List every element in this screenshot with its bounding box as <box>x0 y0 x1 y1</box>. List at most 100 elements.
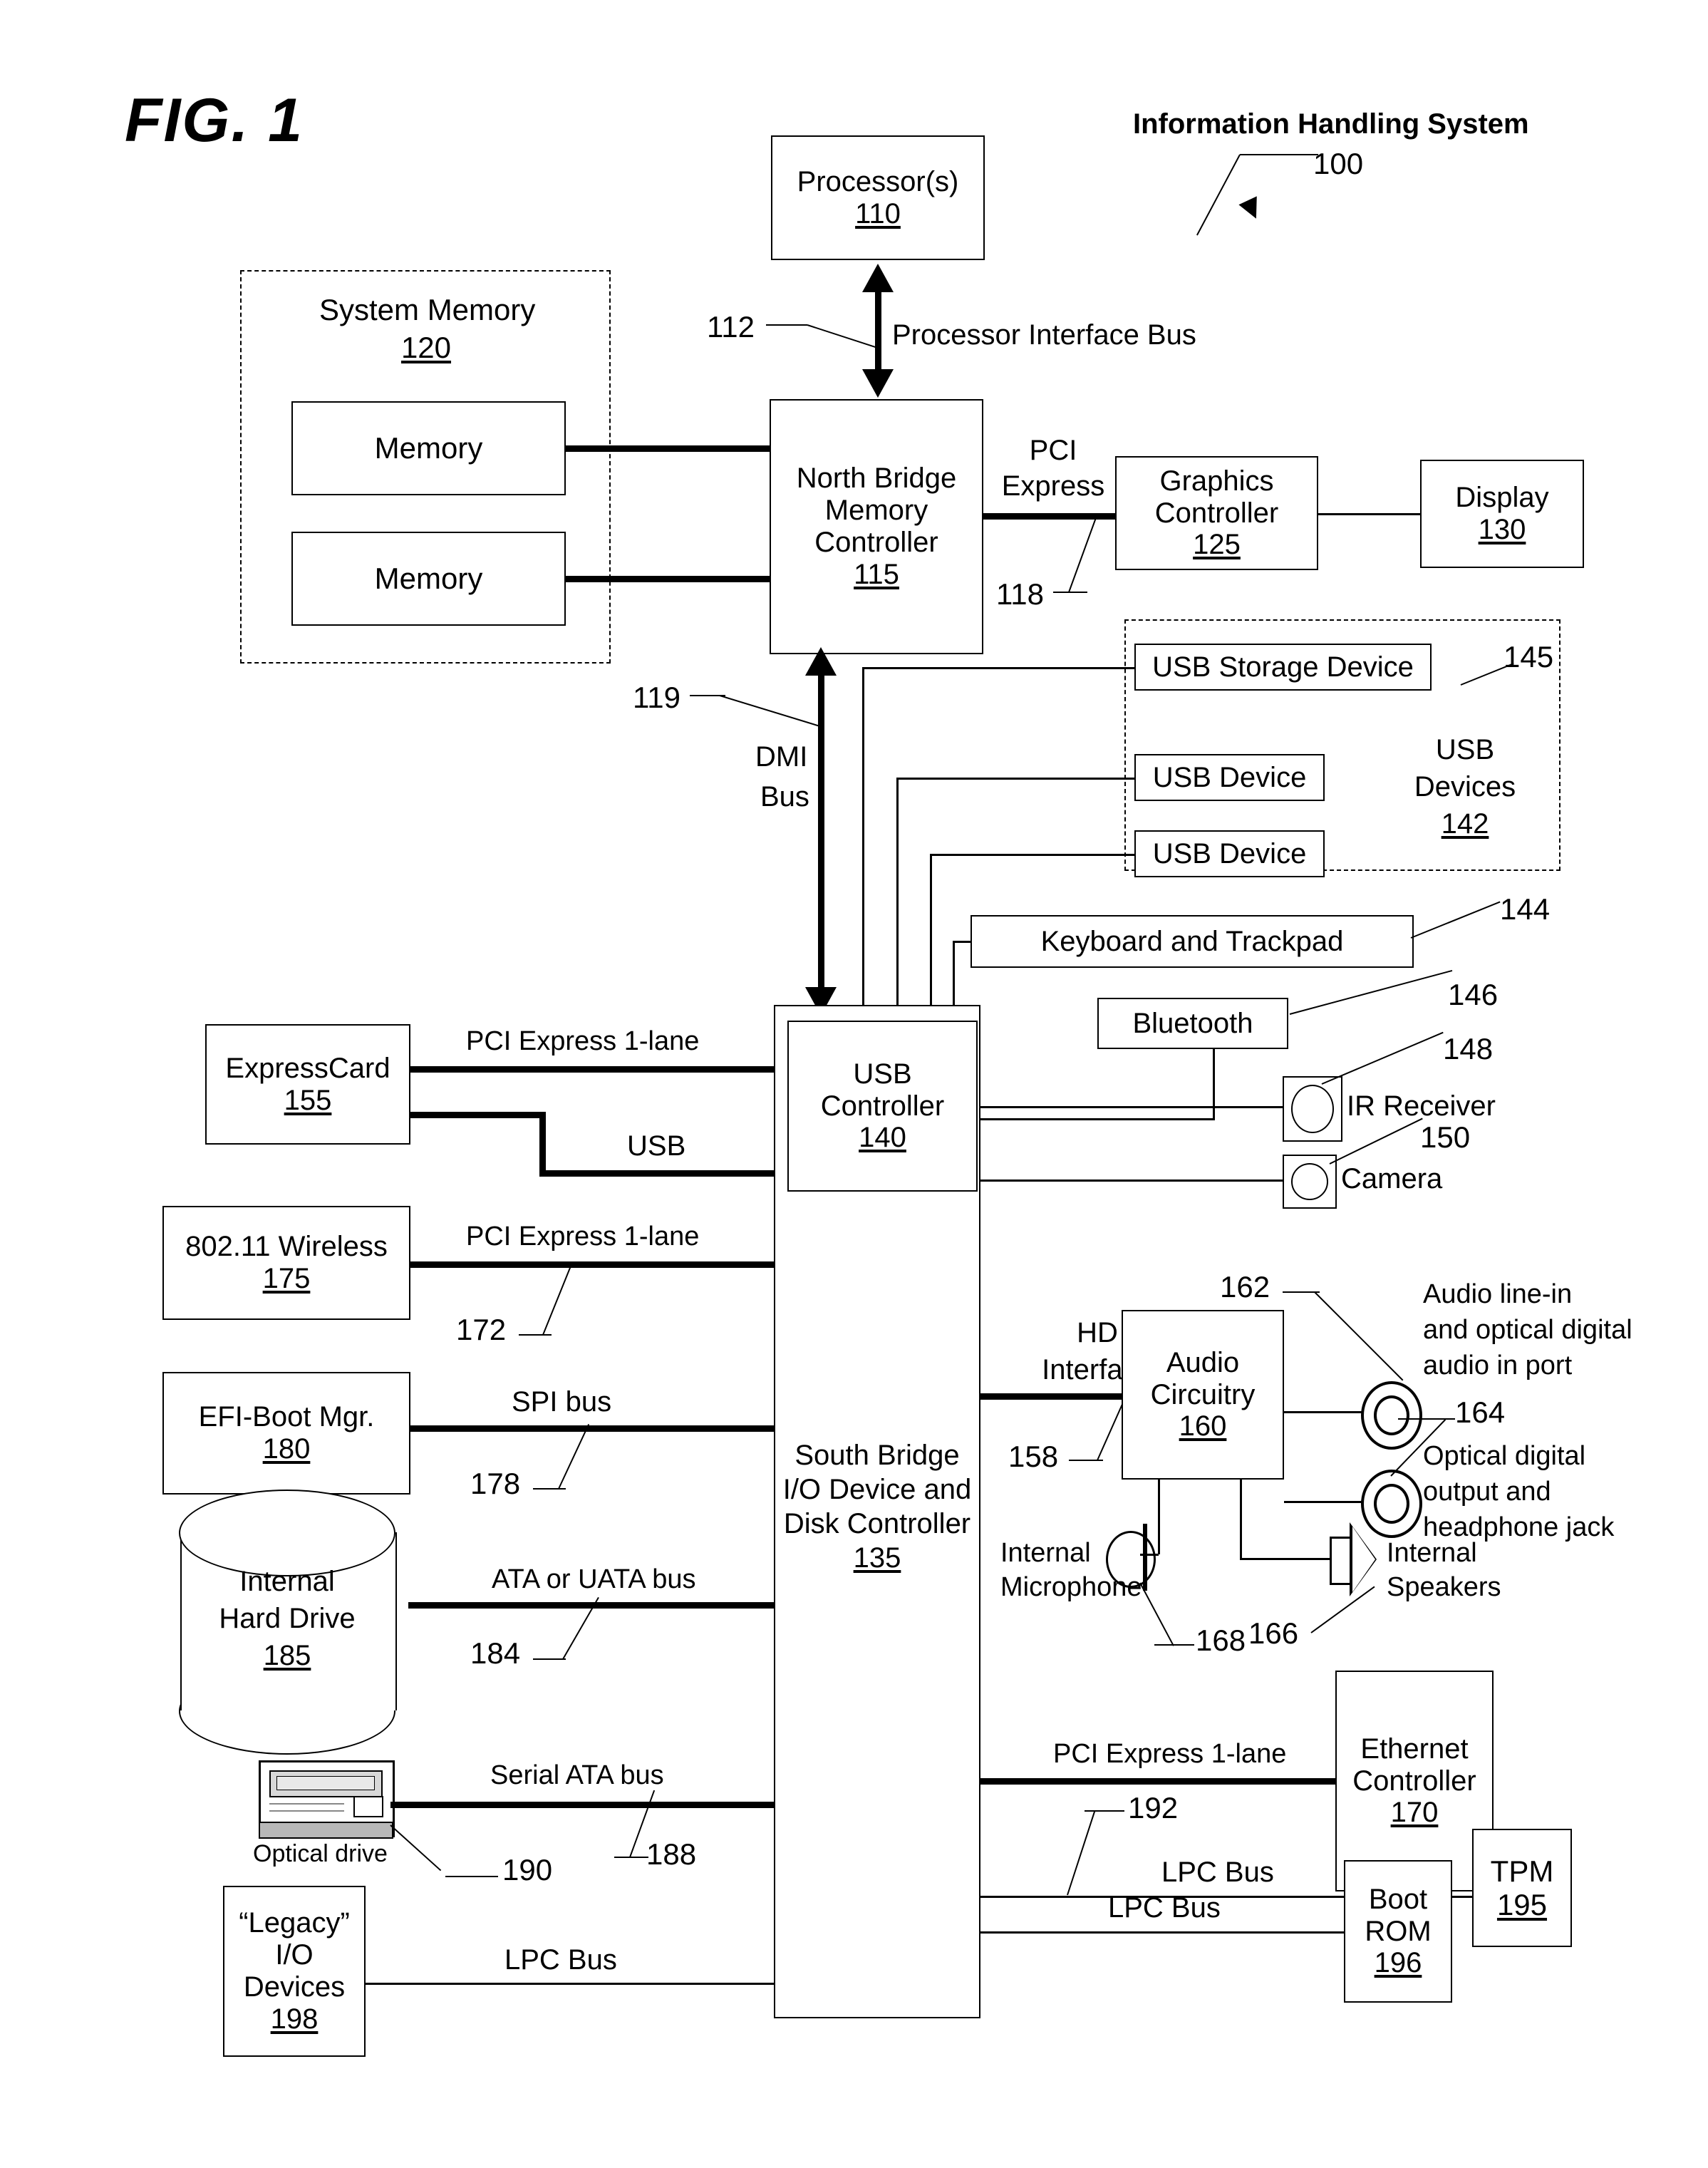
audio-circuitry-line-2: Circuitry <box>1150 1378 1256 1410</box>
leader-112-d <box>807 324 881 350</box>
ref-168: 168 <box>1196 1624 1246 1657</box>
internal-speakers-line-1: Internal <box>1387 1538 1477 1568</box>
lpc-tpm-label: LPC Bus <box>1161 1857 1274 1888</box>
pci-express-label-line2: Express <box>1001 470 1105 502</box>
audio-line-in-line-3: audio in port <box>1423 1351 1573 1380</box>
ref-150: 150 <box>1420 1120 1471 1154</box>
usb-controller-ref: 140 <box>859 1122 906 1154</box>
usb-storage-device-block: USB Storage Device <box>1134 644 1432 691</box>
arrowhead-processor-up <box>862 264 894 292</box>
boot-rom-ref: 196 <box>1374 1947 1422 1979</box>
dmi-label-line1: DMI <box>755 741 808 773</box>
system-memory-title: System Memory <box>319 293 536 326</box>
line-bt-v <box>1213 1049 1215 1120</box>
ref-145: 145 <box>1503 640 1554 673</box>
usb-controller-line-1: USB <box>853 1058 912 1090</box>
line-usbctl-dev1-v <box>896 778 899 1023</box>
ref-146: 146 <box>1448 978 1499 1011</box>
leader-190-d <box>390 1824 442 1872</box>
leader-100-d <box>1196 154 1241 236</box>
line-usbctl-dev1-h <box>896 778 1134 780</box>
keyboard-trackpad-block: Keyboard and Trackpad <box>971 915 1414 968</box>
optical-drive-base-icon <box>259 1822 393 1839</box>
leader-192-h <box>1085 1810 1124 1812</box>
north-bridge-block: North Bridge Memory Controller 115 <box>770 399 983 654</box>
usb-expresscard-label: USB <box>627 1130 686 1162</box>
line-usbctl-storage-v <box>862 667 864 1023</box>
arrowhead-processor-down <box>862 369 894 398</box>
leader-192-d <box>1067 1810 1096 1896</box>
bus-pcie-wireless <box>410 1261 774 1268</box>
north-bridge-line-2: Memory <box>824 495 928 527</box>
optical-drive-label: Optical drive <box>253 1840 388 1867</box>
line-speaker-v <box>1240 1480 1242 1558</box>
expresscard-block: ExpressCard 155 <box>205 1024 410 1145</box>
memory-b-label: Memory <box>374 562 483 596</box>
usb-devices-group-line1: USB <box>1435 734 1495 765</box>
bluetooth-block: Bluetooth <box>1097 998 1288 1049</box>
system-ref-number: 100 <box>1313 147 1364 180</box>
ref-112: 112 <box>707 310 755 344</box>
line-mic-h <box>1140 1554 1159 1556</box>
pcie-ethernet-label: PCI Express 1-lane <box>1053 1739 1287 1769</box>
wireless-ref: 175 <box>262 1263 311 1294</box>
usb-device-1-label: USB Device <box>1152 761 1307 793</box>
usb-controller-line-2: Controller <box>820 1090 945 1122</box>
leader-150 <box>1329 1117 1423 1165</box>
line-audio-line-in <box>1284 1411 1362 1413</box>
bus-hd-interface <box>980 1393 1122 1400</box>
figure-label: FIG. 1 <box>125 86 304 155</box>
audio-circuitry-block: Audio Circuitry 160 <box>1122 1310 1284 1480</box>
line-camera-h <box>980 1180 1284 1182</box>
leader-188-h <box>614 1857 648 1858</box>
spi-bus-label: SPI bus <box>512 1386 612 1418</box>
ref-119: 119 <box>633 681 680 714</box>
bus-pcie-expresscard <box>410 1066 774 1073</box>
hard-drive-line-1: Internal <box>239 1566 335 1597</box>
camera-lens-icon <box>1291 1163 1328 1200</box>
ref-158: 158 <box>1008 1440 1059 1473</box>
graphics-ref: 125 <box>1193 529 1241 561</box>
dmi-label-line2: Bus <box>760 781 809 812</box>
graphics-line-1: Graphics <box>1159 465 1274 497</box>
leader-144 <box>1410 901 1501 939</box>
bus-lpc-legacy <box>366 1983 774 1985</box>
audio-circuitry-line-1: Audio <box>1166 1346 1240 1378</box>
audio-line-in-port-inner-icon <box>1374 1395 1409 1435</box>
leader-166 <box>1310 1586 1375 1633</box>
arrowhead-100 <box>1238 196 1266 223</box>
tpm-block: TPM 195 <box>1472 1829 1572 1947</box>
dmi-bus-line <box>818 656 824 1005</box>
legacy-io-line-1: “Legacy” <box>239 1907 350 1939</box>
bus-usb-expresscard-seg2 <box>539 1112 546 1173</box>
leader-172-h <box>519 1334 552 1336</box>
leader-164-h <box>1398 1418 1455 1420</box>
line-ir-h <box>980 1106 1284 1108</box>
pci-express-label-line1: PCI <box>1029 435 1077 466</box>
leader-146 <box>1289 969 1453 1015</box>
leader-118-d <box>1068 514 1098 593</box>
line-speaker-h <box>1240 1558 1331 1560</box>
line-optical-out <box>1284 1501 1362 1503</box>
usb-controller-block: USB Controller 140 <box>787 1021 978 1192</box>
display-block: Display 130 <box>1420 460 1584 568</box>
pcie-expresscard-label: PCI Express 1-lane <box>466 1026 700 1056</box>
display-ref: 130 <box>1478 514 1526 545</box>
optical-drive-line-2 <box>269 1810 344 1812</box>
bus-usb-expresscard-seg1 <box>410 1112 546 1118</box>
south-bridge-ref: 135 <box>853 1542 901 1574</box>
hard-drive-line-2: Hard Drive <box>219 1603 356 1634</box>
usb-devices-group-line2: Devices <box>1414 771 1516 802</box>
internal-mic-line-1: Internal <box>1000 1538 1091 1568</box>
internal-microphone-stem-icon <box>1143 1524 1147 1591</box>
lpc-legacy-label: LPC Bus <box>504 1944 617 1976</box>
graphics-controller-block: Graphics Controller 125 <box>1115 456 1318 570</box>
hard-drive-cylinder-top <box>179 1490 395 1576</box>
ref-144: 144 <box>1500 892 1551 926</box>
wireless-block: 802.11 Wireless 175 <box>162 1206 410 1320</box>
line-graphics-display <box>1318 513 1420 515</box>
bus-pcie-ethernet <box>980 1778 1335 1785</box>
ata-bus-label: ATA or UATA bus <box>492 1564 696 1594</box>
ref-190: 190 <box>502 1853 553 1886</box>
ethernet-ref: 170 <box>1390 1797 1439 1829</box>
